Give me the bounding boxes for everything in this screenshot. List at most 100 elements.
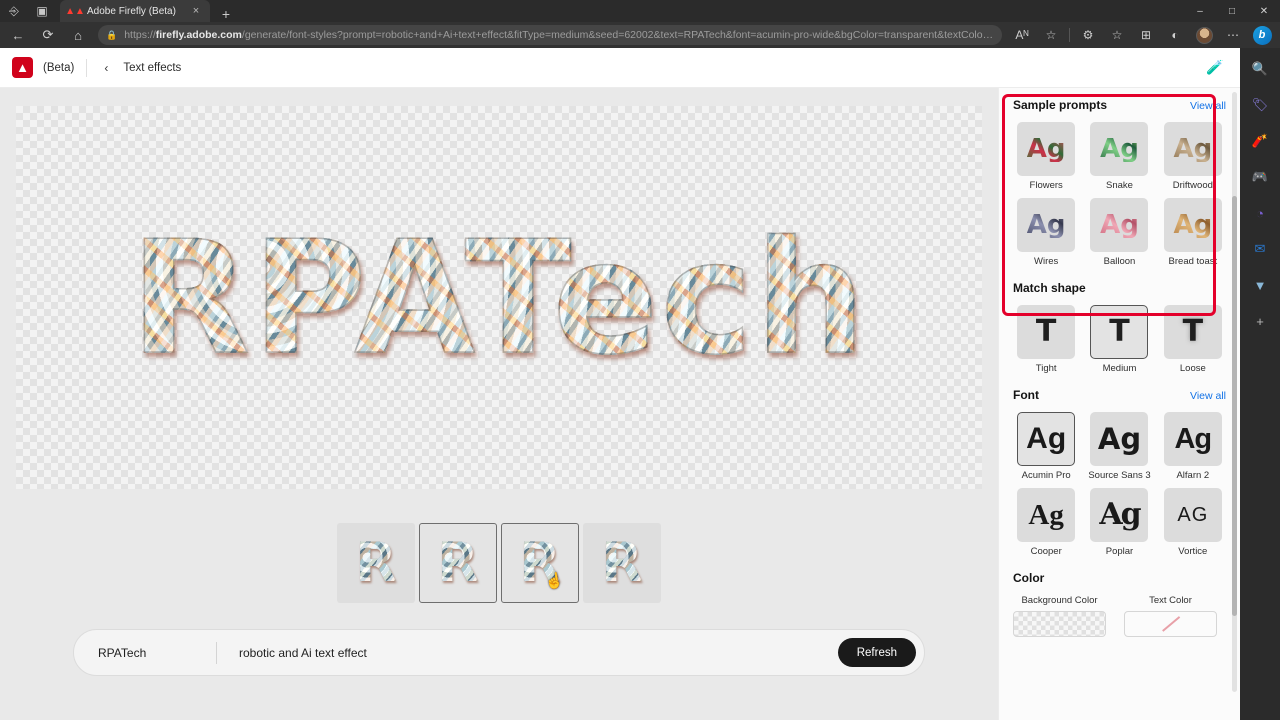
sample-prompt-snake[interactable]: Ag Snake	[1086, 122, 1152, 191]
ag-preview-glyph: Ag	[1174, 422, 1212, 455]
font-vortice[interactable]: AG Vortice	[1160, 488, 1226, 557]
match-shape-grid: T Tight T Medium T Loose	[1013, 305, 1226, 374]
sample-prompts-view-all[interactable]: View all	[1190, 100, 1226, 112]
adobe-firefly-logo[interactable]: ▲	[12, 57, 33, 78]
font-view-all[interactable]: View all	[1190, 390, 1226, 402]
text-color-control[interactable]: Text Color	[1124, 595, 1217, 637]
font-source-sans-3[interactable]: Ag Source Sans 3	[1086, 412, 1152, 481]
ag-preview-glyph: Ag	[1026, 210, 1066, 240]
canvas-column: RPATech R R R ☝ R RPATech robotic and Ai…	[0, 88, 998, 720]
font-poplar[interactable]: Ag Poplar	[1086, 488, 1152, 557]
tools-icon[interactable]: 🧨	[1247, 128, 1273, 154]
maximize-button[interactable]: □	[1216, 0, 1248, 22]
back-icon[interactable]: ←	[4, 24, 32, 46]
favorite-star-icon[interactable]: ☆	[1037, 24, 1065, 46]
match-shape-medium[interactable]: T Medium	[1086, 305, 1152, 374]
t-glyph-icon: T	[1182, 314, 1204, 349]
background-color-swatch[interactable]	[1013, 611, 1106, 637]
outlook-icon[interactable]: ✉	[1247, 236, 1273, 262]
text-color-label: Text Color	[1149, 595, 1192, 606]
sample-prompt-swatch: Ag	[1163, 198, 1222, 252]
tab-close-icon[interactable]: ×	[188, 3, 204, 19]
tab-list-icon[interactable]: ▣	[28, 0, 56, 22]
color-title: Color	[1013, 571, 1045, 585]
url-text: https://firefly.adobe.com/generate/font-…	[124, 29, 994, 41]
sample-prompt-flowers[interactable]: Ag Flowers	[1013, 122, 1079, 191]
split-screen-icon[interactable]: ◐	[1161, 24, 1189, 46]
more-options-icon[interactable]: ⋯	[1219, 24, 1247, 46]
match-shape-label: Tight	[1035, 363, 1057, 374]
beta-label: (Beta)	[43, 61, 75, 74]
beaker-icon[interactable]: 🧪	[1202, 55, 1228, 81]
font-swatch: Ag	[1090, 488, 1149, 542]
minimize-button[interactable]: –	[1184, 0, 1216, 22]
header-divider	[86, 58, 88, 77]
no-color-slash-icon	[1161, 616, 1180, 632]
color-header: Color	[1013, 571, 1226, 585]
new-tab-button[interactable]: +	[218, 6, 234, 22]
shopping-tag-icon[interactable]: 🏷	[1247, 92, 1273, 118]
home-icon[interactable]: ⌂	[64, 24, 92, 46]
match-shape-tight[interactable]: T Tight	[1013, 305, 1079, 374]
match-shape-loose[interactable]: T Loose	[1160, 305, 1226, 374]
reload-icon[interactable]: ⟳	[34, 24, 62, 46]
page-content: ▲ (Beta) ‹ Text effects 🧪 RPATech R R R …	[0, 48, 1240, 720]
variation-thumb-1[interactable]: R	[337, 523, 415, 603]
collections-icon[interactable]: ⊞	[1132, 24, 1160, 46]
text-input-value[interactable]: RPATech	[98, 646, 216, 660]
color-row: Background Color Text Color	[1013, 595, 1226, 637]
font-label: Acumin Pro	[1021, 470, 1071, 481]
browser-tab[interactable]: ▲▲ Adobe Firefly (Beta) ×	[60, 0, 210, 22]
font-cooper[interactable]: Ag Cooper	[1013, 488, 1079, 557]
back-chevron-icon[interactable]: ‹	[99, 61, 113, 75]
font-swatch-selected: Ag	[1017, 412, 1076, 466]
font-alfarn-2[interactable]: Ag Alfarn 2	[1160, 412, 1226, 481]
app-header: ▲ (Beta) ‹ Text effects 🧪	[0, 48, 1240, 88]
sample-prompt-bread-toast[interactable]: Ag Bread toast	[1160, 198, 1226, 267]
artboard[interactable]: RPATech	[16, 106, 982, 489]
font-acumin-pro[interactable]: Ag Acumin Pro	[1013, 412, 1079, 481]
close-window-button[interactable]: ✕	[1248, 0, 1280, 22]
refresh-button[interactable]: Refresh	[837, 638, 916, 667]
workspace: RPATech R R R ☝ R RPATech robotic and Ai…	[0, 88, 1240, 720]
add-sidebar-icon[interactable]: +	[1247, 308, 1273, 334]
ag-preview-glyph: Ag	[1097, 421, 1142, 456]
browser-titlebar: ⎆ ▣ ▲▲ Adobe Firefly (Beta) × + – □ ✕	[0, 0, 1280, 22]
toolbar-divider	[1069, 28, 1070, 42]
ag-preview-glyph: Ag	[1028, 498, 1064, 531]
generated-artwork-text: RPATech	[129, 206, 868, 389]
variation-thumb-2[interactable]: R	[419, 523, 497, 603]
background-color-control[interactable]: Background Color	[1013, 595, 1106, 637]
variation-thumb-3[interactable]: R ☝	[501, 523, 579, 603]
panel-scrollbar-thumb[interactable]	[1232, 196, 1237, 616]
ag-preview-glyph: Ag	[1026, 422, 1067, 455]
font-title: Font	[1013, 388, 1039, 402]
gear-icon[interactable]: ⚙	[1074, 24, 1102, 46]
sample-prompt-label: Bread toast	[1168, 256, 1218, 267]
search-icon[interactable]: 🔍	[1247, 56, 1273, 82]
window-controls: – □ ✕	[1184, 0, 1280, 22]
drop-icon[interactable]: ▼	[1247, 272, 1273, 298]
ag-preview-glyph: Ag	[1100, 134, 1139, 164]
copilot-icon[interactable]: b	[1248, 24, 1276, 46]
prompt-input-value[interactable]: robotic and Ai text effect	[239, 646, 838, 660]
sample-prompt-balloon[interactable]: Ag Balloon	[1086, 198, 1152, 267]
read-aloud-icon[interactable]: Aᴺ	[1008, 24, 1036, 46]
font-header: Font View all	[1013, 388, 1226, 402]
sample-prompt-driftwood[interactable]: Ag Driftwood	[1160, 122, 1226, 191]
address-bar[interactable]: 🔒 https://firefly.adobe.com/generate/fon…	[98, 25, 1002, 45]
games-icon[interactable]: 🎮	[1247, 164, 1273, 190]
variation-thumb-4[interactable]: R	[583, 523, 661, 603]
text-color-swatch[interactable]	[1124, 611, 1217, 637]
profile-avatar[interactable]	[1190, 24, 1218, 46]
lock-icon: 🔒	[106, 29, 118, 40]
add-to-favorites-icon[interactable]: ☆	[1103, 24, 1131, 46]
variation-letter: R	[355, 531, 397, 594]
font-swatch: Ag	[1017, 488, 1076, 542]
font-label: Poplar	[1105, 546, 1134, 557]
browser-essentials-icon[interactable]: ◔	[1247, 200, 1273, 226]
prompt-divider	[216, 641, 217, 664]
sample-prompt-wires[interactable]: Ag Wires	[1013, 198, 1079, 267]
tab-search-icon[interactable]: ⎆	[0, 0, 28, 22]
sample-prompt-swatch: Ag	[1017, 122, 1076, 176]
